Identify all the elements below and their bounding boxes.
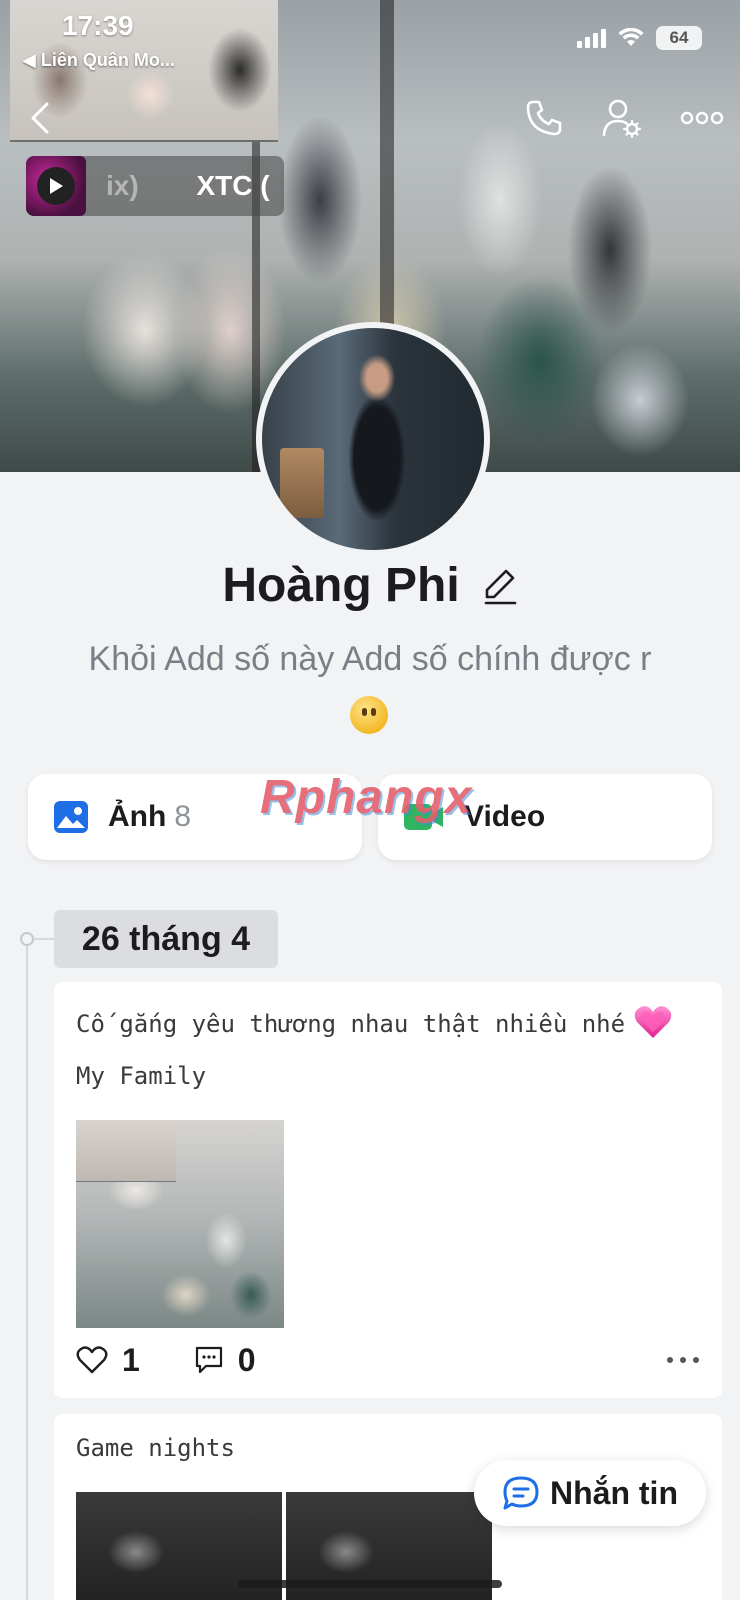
profile-bio: Khỏi Add số này Add số chính được r (88, 640, 652, 678)
post-actions: 1 0 (76, 1338, 700, 1382)
profile-name: Hoàng Phi (222, 559, 460, 612)
music-cover-art (26, 156, 86, 216)
profile-name-row: Hoàng Phi (0, 558, 740, 613)
phone-icon (526, 100, 562, 136)
play-button[interactable] (37, 167, 75, 205)
battery-indicator: 64 (656, 26, 702, 50)
cellular-signal-icon (577, 28, 606, 48)
post-caption-line-2: My Family (76, 1062, 207, 1090)
timeline-connector (34, 938, 54, 940)
wifi-icon (618, 28, 644, 46)
watermark: Rphangx (260, 771, 473, 824)
status-time: 17:39 (62, 10, 134, 41)
more-options-button[interactable] (676, 92, 728, 144)
post-caption-line: Cố gắng yêu thương nhau thật nhiều nhé (76, 1004, 673, 1046)
post-caption-line: Game nights (76, 1434, 235, 1462)
videos-label: Video (464, 800, 546, 833)
post-more-icon[interactable] (666, 1356, 700, 1364)
home-indicator[interactable] (238, 1580, 502, 1588)
post-photo[interactable] (76, 1120, 284, 1328)
like-group[interactable]: 1 (76, 1342, 140, 1379)
profile-settings-button[interactable] (596, 92, 648, 144)
avatar[interactable] (256, 322, 490, 556)
music-title-text: XTC ( (196, 170, 270, 201)
back-to-app-link[interactable]: ◀ Liên Quân Mo... (22, 50, 175, 71)
edit-pencil-icon[interactable] (482, 567, 518, 605)
chat-bubble-icon (503, 1476, 539, 1510)
music-title-faded: ix) (106, 170, 139, 201)
music-title: ix) XTC ( (106, 170, 270, 202)
timeline-post[interactable]: Cố gắng yêu thương nhau thật nhiều nhé M… (54, 982, 722, 1398)
comment-group[interactable]: 0 (194, 1342, 256, 1379)
image-icon (54, 801, 88, 833)
photos-label: Ảnh 8 (108, 800, 192, 833)
heart-emoji-icon (633, 1004, 673, 1046)
neutral-face-emoji-icon (350, 696, 388, 734)
like-count: 1 (122, 1341, 140, 1378)
timeline-line (26, 938, 28, 1600)
status-icons: 64 (577, 26, 702, 50)
heart-outline-icon (76, 1346, 108, 1374)
profile-music-player[interactable]: ix) XTC ( (26, 156, 284, 216)
message-button[interactable]: Nhắn tin (474, 1460, 706, 1526)
message-button-label: Nhắn tin (550, 1474, 678, 1511)
comment-icon (195, 1346, 222, 1374)
play-icon (50, 178, 63, 194)
comment-count: 0 (237, 1341, 256, 1378)
post-photo-inset (76, 1120, 176, 1182)
call-button[interactable] (518, 92, 570, 144)
back-button[interactable] (14, 92, 66, 144)
timeline-date: 26 tháng 4 (54, 910, 278, 968)
timeline-dot (20, 932, 34, 946)
back-icon (31, 102, 49, 134)
more-icon (680, 111, 724, 125)
profile-settings-icon (602, 99, 642, 139)
photos-count: 8 (174, 800, 192, 833)
